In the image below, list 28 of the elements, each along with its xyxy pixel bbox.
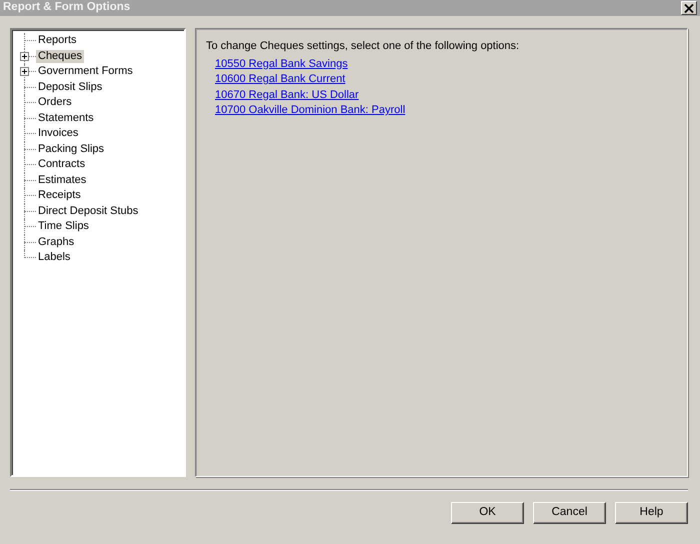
tree-item[interactable]: Cheques xyxy=(36,50,84,63)
tree-item[interactable]: Orders xyxy=(36,96,74,110)
tree-item[interactable]: Statements xyxy=(36,112,96,125)
tree-item[interactable]: Direct Deposit Stubs xyxy=(36,204,140,218)
window-title: Report & Form Options xyxy=(3,0,130,16)
tree-item[interactable]: Time Slips xyxy=(36,220,91,234)
tree-item[interactable]: Contracts xyxy=(36,158,88,172)
tree-item[interactable]: Receipts xyxy=(36,189,83,202)
account-link[interactable]: 10550 Regal Bank Savings xyxy=(215,56,348,72)
cancel-button[interactable]: Cancel xyxy=(533,502,606,524)
close-button[interactable] xyxy=(681,1,697,15)
expand-icon[interactable] xyxy=(20,52,29,60)
tree-item[interactable]: Government Forms xyxy=(36,65,135,78)
tree-item[interactable]: Invoices xyxy=(36,127,80,140)
tree-item[interactable]: Packing Slips xyxy=(36,142,106,156)
instruction-text: To change Cheques settings, select one of the following options: xyxy=(206,39,520,54)
tree-item[interactable]: Labels xyxy=(36,251,72,264)
account-link[interactable]: 10700 Oakville Dominion Bank: Payroll xyxy=(215,103,406,118)
tree-item[interactable]: Deposit Slips xyxy=(36,80,104,94)
ok-button[interactable]: OK xyxy=(451,502,524,524)
tree-item[interactable]: Estimates xyxy=(36,174,88,187)
account-link[interactable]: 10600 Regal Bank Current xyxy=(215,72,346,88)
tree-item[interactable]: Reports xyxy=(36,34,79,48)
expand-icon[interactable] xyxy=(20,67,29,76)
account-link[interactable]: 10670 Regal Bank: US Dollar xyxy=(215,88,359,103)
close-icon xyxy=(684,4,694,12)
help-button[interactable]: Help xyxy=(615,502,688,524)
tree-item[interactable]: Graphs xyxy=(36,236,76,249)
